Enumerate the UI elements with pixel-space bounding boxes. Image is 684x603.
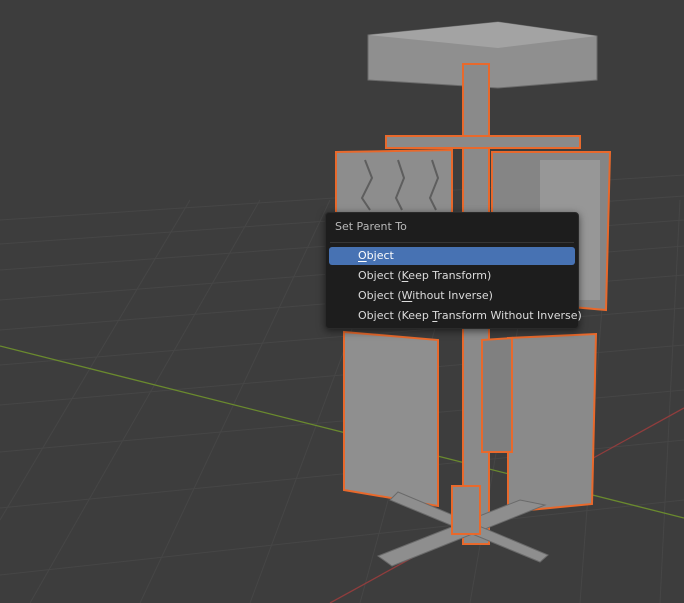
menu-item-object-keep-transform-without-inverse[interactable]: Object (Keep Transform Without Inverse) <box>329 307 582 325</box>
menu-item-object-without-inverse[interactable]: Object (Without Inverse) <box>329 287 575 305</box>
menu-item-text: ransform Without Inverse) <box>437 309 582 322</box>
menu-item-hotkey: W <box>401 289 413 302</box>
menu-item-object[interactable]: Object <box>329 247 575 265</box>
menu-item-hotkey: O <box>358 249 367 262</box>
menu-item-text: Object ( <box>358 289 402 302</box>
menu-item-text: bject <box>366 249 394 262</box>
menu-item-text: eep Transform) <box>408 269 492 282</box>
menu-divider <box>330 242 574 243</box>
menu-item-text: ithout Inverse) <box>412 289 493 302</box>
menu-item-text: Object ( <box>358 269 402 282</box>
set-parent-menu: Set Parent To Object Object (Keep Transf… <box>325 212 582 329</box>
menu-title: Set Parent To <box>335 220 407 233</box>
menu-item-text: Object (Keep <box>358 309 433 322</box>
menu-item-object-keep-transform[interactable]: Object (Keep Transform) <box>329 267 575 285</box>
